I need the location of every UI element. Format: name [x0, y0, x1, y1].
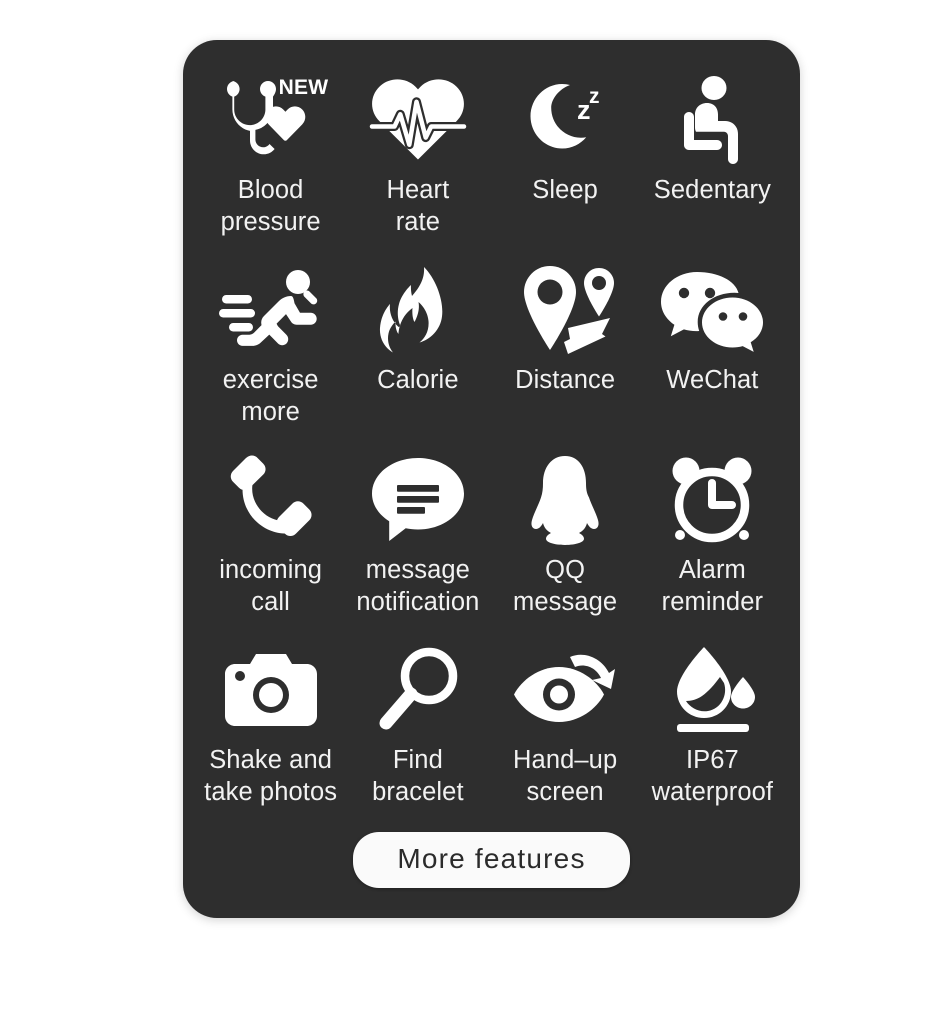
feature-label: incoming call	[219, 556, 323, 616]
svg-text:z: z	[577, 95, 591, 125]
feature-item-distance[interactable]: Distance	[492, 256, 639, 446]
feature-label: Heart rate	[386, 176, 450, 236]
message-bubble-icon	[371, 446, 465, 554]
more-features-button[interactable]: More features	[353, 832, 630, 888]
wechat-icon	[660, 256, 764, 364]
feature-label: message notification	[356, 556, 480, 616]
feature-grid: NEW Blood pressure Heart rate z z Sleep …	[197, 66, 786, 826]
feature-label: IP67 waterproof	[651, 746, 774, 806]
feature-label: Sleep	[532, 176, 598, 204]
feature-item-heart-rate[interactable]: Heart rate	[344, 66, 491, 256]
feature-item-blood-pressure[interactable]: NEW Blood pressure	[197, 66, 344, 256]
feature-label: WeChat	[666, 366, 759, 394]
feature-label: exercise more	[222, 366, 319, 426]
feature-item-exercise-more[interactable]: exercise more	[197, 256, 344, 446]
feature-item-calorie[interactable]: Calorie	[344, 256, 491, 446]
eye-raise-icon	[513, 636, 617, 744]
sedentary-person-icon	[666, 66, 758, 174]
feature-label: Alarm reminder	[661, 556, 764, 616]
alarm-clock-icon	[666, 446, 758, 554]
feature-label: Sedentary	[653, 176, 771, 204]
feature-label: Distance	[515, 366, 616, 394]
svg-text:z: z	[589, 85, 600, 108]
phone-handset-icon	[228, 446, 314, 554]
feature-label: QQ message	[513, 556, 618, 616]
running-person-icon	[218, 256, 323, 364]
more-features-row: More features	[197, 826, 786, 918]
feature-item-alarm-reminder[interactable]: Alarm reminder	[639, 446, 786, 636]
feature-label: Find bracelet	[372, 746, 464, 806]
magnifier-icon	[378, 636, 458, 744]
heart-rate-icon	[367, 66, 469, 174]
map-pin-route-icon	[513, 256, 617, 364]
feature-item-sedentary[interactable]: Sedentary	[639, 66, 786, 256]
feature-item-ip67-waterproof[interactable]: IP67 waterproof	[639, 636, 786, 826]
feature-label: Hand–up screen	[513, 746, 618, 806]
flame-icon	[379, 256, 456, 364]
stethoscope-icon: NEW	[221, 66, 328, 174]
feature-item-incoming-call[interactable]: incoming call	[197, 446, 344, 636]
camera-icon	[224, 636, 317, 744]
feature-item-wechat[interactable]: WeChat	[639, 256, 786, 446]
qq-penguin-icon	[526, 446, 604, 554]
feature-card: NEW Blood pressure Heart rate z z Sleep …	[183, 40, 800, 918]
feature-label: Shake and take photos	[204, 746, 338, 806]
feature-item-sleep[interactable]: z z Sleep	[492, 66, 639, 256]
feature-label: Calorie	[377, 366, 459, 394]
moon-sleep-icon: z z	[515, 66, 615, 174]
feature-item-qq-message[interactable]: QQ message	[492, 446, 639, 636]
feature-label: Blood pressure	[220, 176, 321, 236]
feature-item-hand-up-screen[interactable]: Hand–up screen	[492, 636, 639, 826]
new-badge: NEW	[278, 76, 329, 99]
feature-item-shake-take-photos[interactable]: Shake and take photos	[197, 636, 344, 826]
feature-item-message-notification[interactable]: message notification	[344, 446, 491, 636]
feature-item-find-bracelet[interactable]: Find bracelet	[344, 636, 491, 826]
screenshot-root: NEW Blood pressure Heart rate z z Sleep …	[0, 0, 950, 1010]
water-drop-icon	[668, 636, 756, 744]
